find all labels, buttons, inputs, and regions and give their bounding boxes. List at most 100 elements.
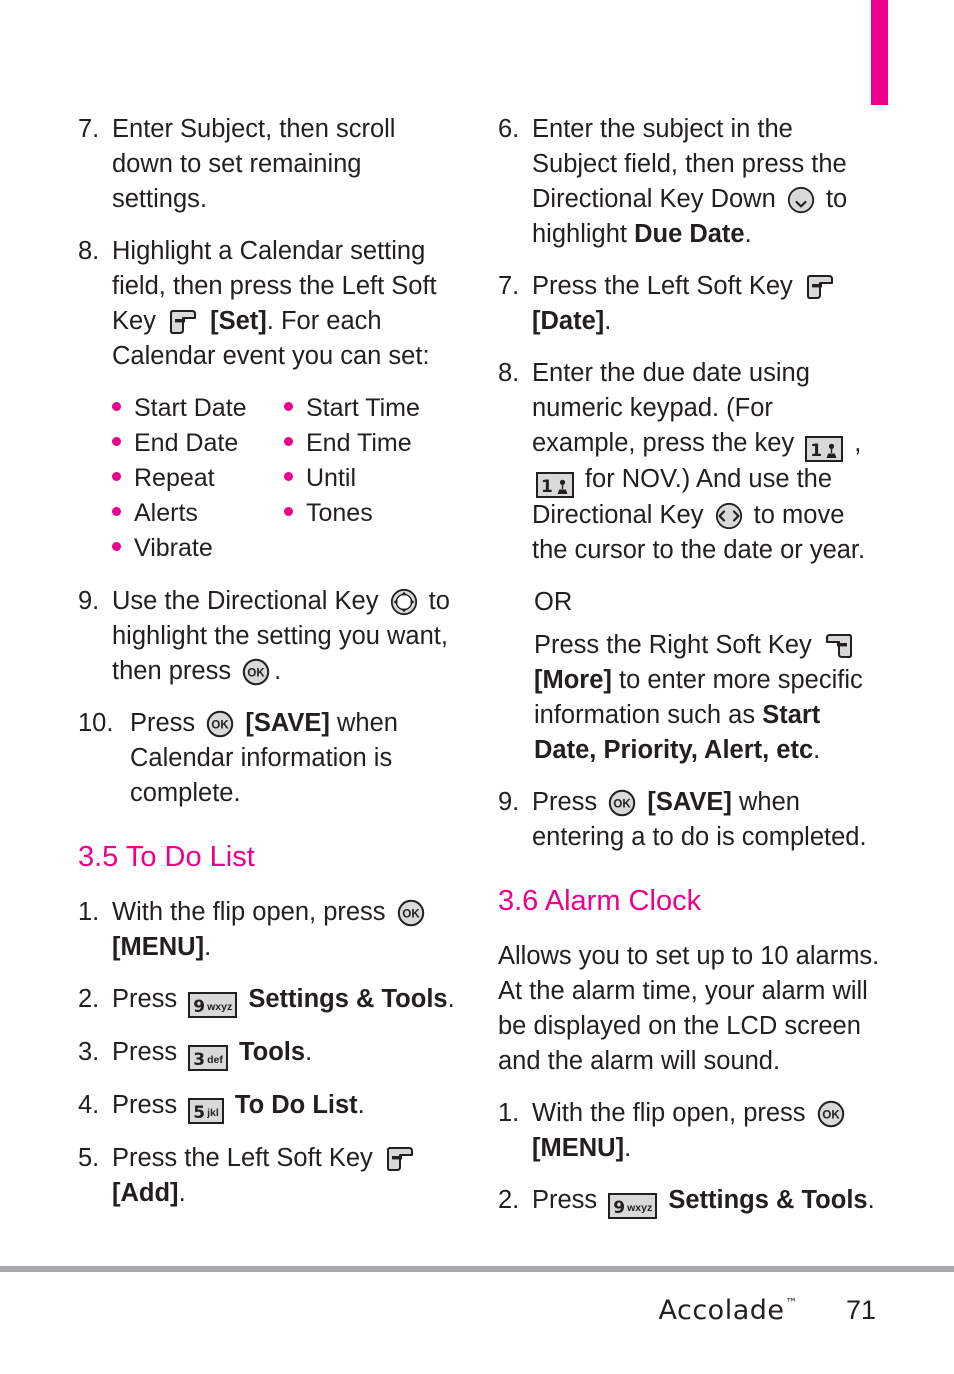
or-paragraph: Press the Right Soft Key [More] to enter…: [534, 628, 880, 768]
instruction-step: 8. Enter the due date using numeric keypa…: [498, 356, 880, 568]
step-text: With the flip open, press: [532, 1099, 813, 1127]
instruction-step: 8. Highlight a Calendar setting field, th…: [78, 234, 460, 374]
list-item-label: End Time: [306, 429, 412, 457]
step-text: Press the Left Soft Key: [112, 1144, 380, 1172]
keypad-key-9-icon: 9 wxyz: [188, 992, 238, 1018]
instruction-step: 6. Enter the subject in the Subject field…: [498, 112, 880, 252]
bullet-dot-icon: [112, 402, 121, 411]
step-number: 8.: [498, 359, 520, 387]
left-soft-key-icon: [385, 1146, 415, 1172]
keypad-key-letters: wxyz: [207, 1001, 233, 1013]
step-content: Press OK [SAVE] when entering a to do is…: [532, 785, 880, 855]
step-number: 2.: [78, 985, 100, 1013]
step-text: .: [274, 657, 282, 685]
step-number: 5.: [78, 1144, 100, 1172]
instruction-step: 9. Use the Directional Key to highlight t…: [78, 584, 460, 689]
step-number: 7.: [78, 115, 100, 143]
step-text: .: [357, 1091, 365, 1119]
to-do-list-steps: 1. With the flip open, press OK [MENU]. 2.…: [78, 895, 460, 1211]
step-emphasis: [Set]: [203, 307, 267, 335]
keypad-key-digit: 9: [613, 1198, 626, 1218]
step-text: Press: [112, 1038, 185, 1066]
step-content: Press 9 wxyz Settings & Tools.: [112, 982, 460, 1018]
svg-text:OK: OK: [614, 799, 632, 811]
list-item-label: Until: [306, 464, 357, 492]
right-step-nine: 9. Press OK [SAVE] when entering a to do …: [498, 785, 880, 855]
step-text: Press the Left Soft Key: [532, 272, 800, 300]
step-emphasis: [Add]: [112, 1179, 179, 1207]
bullet-dot-icon: [284, 402, 293, 411]
list-item: End Date: [112, 426, 284, 461]
step-text: With the flip open, press: [112, 898, 393, 926]
step-text: .: [178, 1179, 186, 1207]
bullet-dot-icon: [112, 542, 121, 551]
bullet-dot-icon: [112, 437, 121, 446]
list-item: Until: [284, 461, 456, 496]
keypad-key-letters: def: [207, 1054, 223, 1066]
left-steps-after-bullets: 9. Use the Directional Key to highlight t…: [78, 584, 460, 811]
instruction-step: 1. With the flip open, press OK [MENU].: [78, 895, 460, 965]
step-content: With the flip open, press OK [MENU].: [112, 895, 460, 965]
step-content: Highlight a Calendar setting field, then…: [112, 234, 460, 374]
bullet-dot-icon: [284, 507, 293, 516]
step-number: 8.: [78, 237, 100, 265]
page-footer: Accolade™ 71: [0, 1285, 954, 1335]
step-content: With the flip open, press OK [MENU].: [532, 1096, 880, 1166]
list-item: Start Time: [284, 391, 456, 426]
list-item-label: Alerts: [134, 499, 198, 527]
list-item-label: Start Time: [306, 394, 420, 422]
list-item: Vibrate: [112, 531, 284, 566]
directional-key-down-icon: [787, 186, 815, 214]
keypad-key-letters: wxyz: [627, 1202, 653, 1214]
section-heading-to-do-list: 3.5 To Do List: [78, 841, 255, 873]
keypad-key-digit: 3: [193, 1050, 206, 1070]
step-content: Press 3 def Tools.: [112, 1035, 460, 1071]
list-item-label: End Date: [134, 429, 239, 457]
step-number: 10.: [78, 709, 114, 737]
step-emphasis: Tools: [231, 1038, 306, 1066]
left-steps-group: 7. Enter Subject, then scroll down to set…: [78, 112, 460, 374]
list-item-label: Vibrate: [134, 534, 213, 562]
ok-key-icon: OK: [242, 658, 270, 686]
list-item: Alerts: [112, 496, 284, 531]
bullet-dot-icon: [112, 472, 121, 481]
list-item: Repeat: [112, 461, 284, 496]
keypad-key-digit: 9: [193, 997, 206, 1017]
step-text: .: [867, 1186, 875, 1214]
step-content: Press OK [SAVE] when Calendar informatio…: [130, 706, 460, 811]
step-number: 7.: [498, 272, 520, 300]
calendar-settings-bullet-list: Start Date End Date Repeat Alerts Vibrate St…: [112, 391, 460, 566]
step-content: Enter the subject in the Subject field, …: [532, 112, 880, 252]
instruction-step: 10. Press OK [SAVE] when Calendar informa…: [78, 706, 460, 811]
svg-text:OK: OK: [212, 720, 230, 732]
brand-name: Accolade™: [658, 1295, 798, 1326]
step-emphasis: To Do List: [227, 1091, 358, 1119]
bullet-column-1: Start Date End Date Repeat Alerts Vibrate: [112, 391, 284, 566]
step-text: .: [604, 307, 612, 335]
step-number: 3.: [78, 1038, 100, 1066]
list-item-label: Repeat: [134, 464, 215, 492]
keypad-key-letters: jkl: [207, 1107, 219, 1119]
step-number: 6.: [498, 115, 520, 143]
step-number: 2.: [498, 1186, 520, 1214]
left-column: 7. Enter Subject, then scroll down to set…: [78, 112, 460, 1228]
step-emphasis: Settings & Tools: [661, 1186, 868, 1214]
left-soft-key-icon: [168, 309, 198, 335]
step-emphasis: [Date]: [532, 307, 605, 335]
ok-key-icon: OK: [397, 899, 425, 927]
step-content: Enter Subject, then scroll down to set r…: [112, 112, 460, 217]
left-soft-key-icon: [805, 274, 835, 300]
alarm-clock-intro: Allows you to set up to 10 alarms. At th…: [498, 942, 880, 1075]
step-text: Press: [112, 1091, 185, 1119]
ok-key-icon: OK: [817, 1100, 845, 1128]
step-text: .: [447, 985, 455, 1013]
step-text: .: [744, 220, 752, 248]
keypad-key-1-icon: 1: [805, 436, 844, 462]
instruction-step: 9. Press OK [SAVE] when entering a to do …: [498, 785, 880, 855]
section-heading-alarm-clock: 3.6 Alarm Clock: [498, 885, 702, 917]
step-text: Press: [532, 788, 605, 816]
svg-text:OK: OK: [402, 909, 420, 921]
keypad-key-digit: 5: [193, 1103, 206, 1123]
step-number: 1.: [498, 1099, 520, 1127]
step-emphasis: Settings & Tools: [241, 985, 448, 1013]
